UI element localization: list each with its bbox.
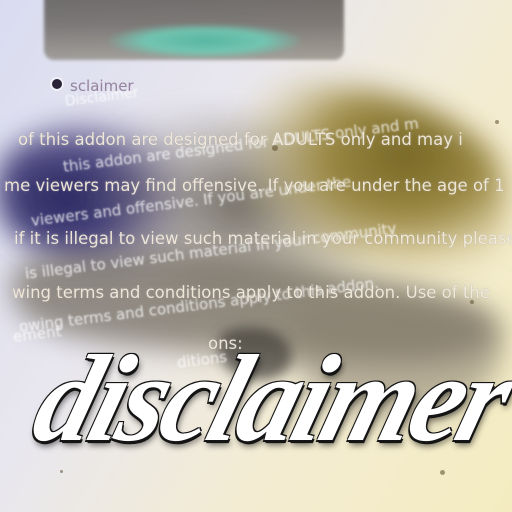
disclaimer-line: if it is illegal to view such material i… — [14, 229, 512, 248]
disclaimer-title: disclaimer — [20, 329, 512, 468]
paint-speck — [470, 300, 474, 304]
paint-speck — [60, 470, 63, 473]
disclaimer-line: of this addon are designed for ADULTS on… — [18, 130, 463, 149]
bullet-icon — [52, 79, 62, 89]
artwork: Disclaimer this addon are designed for A… — [0, 0, 512, 512]
paint-speck — [272, 145, 278, 151]
disclaimer-line: me viewers may find offensive. If you ar… — [4, 176, 505, 195]
paint-speck — [495, 120, 499, 124]
teal-highlight — [110, 24, 300, 58]
paint-speck — [440, 470, 445, 475]
disclaimer-heading: sclaimer — [70, 77, 134, 95]
disclaimer-line: wing terms and conditions apply to this … — [12, 283, 490, 302]
